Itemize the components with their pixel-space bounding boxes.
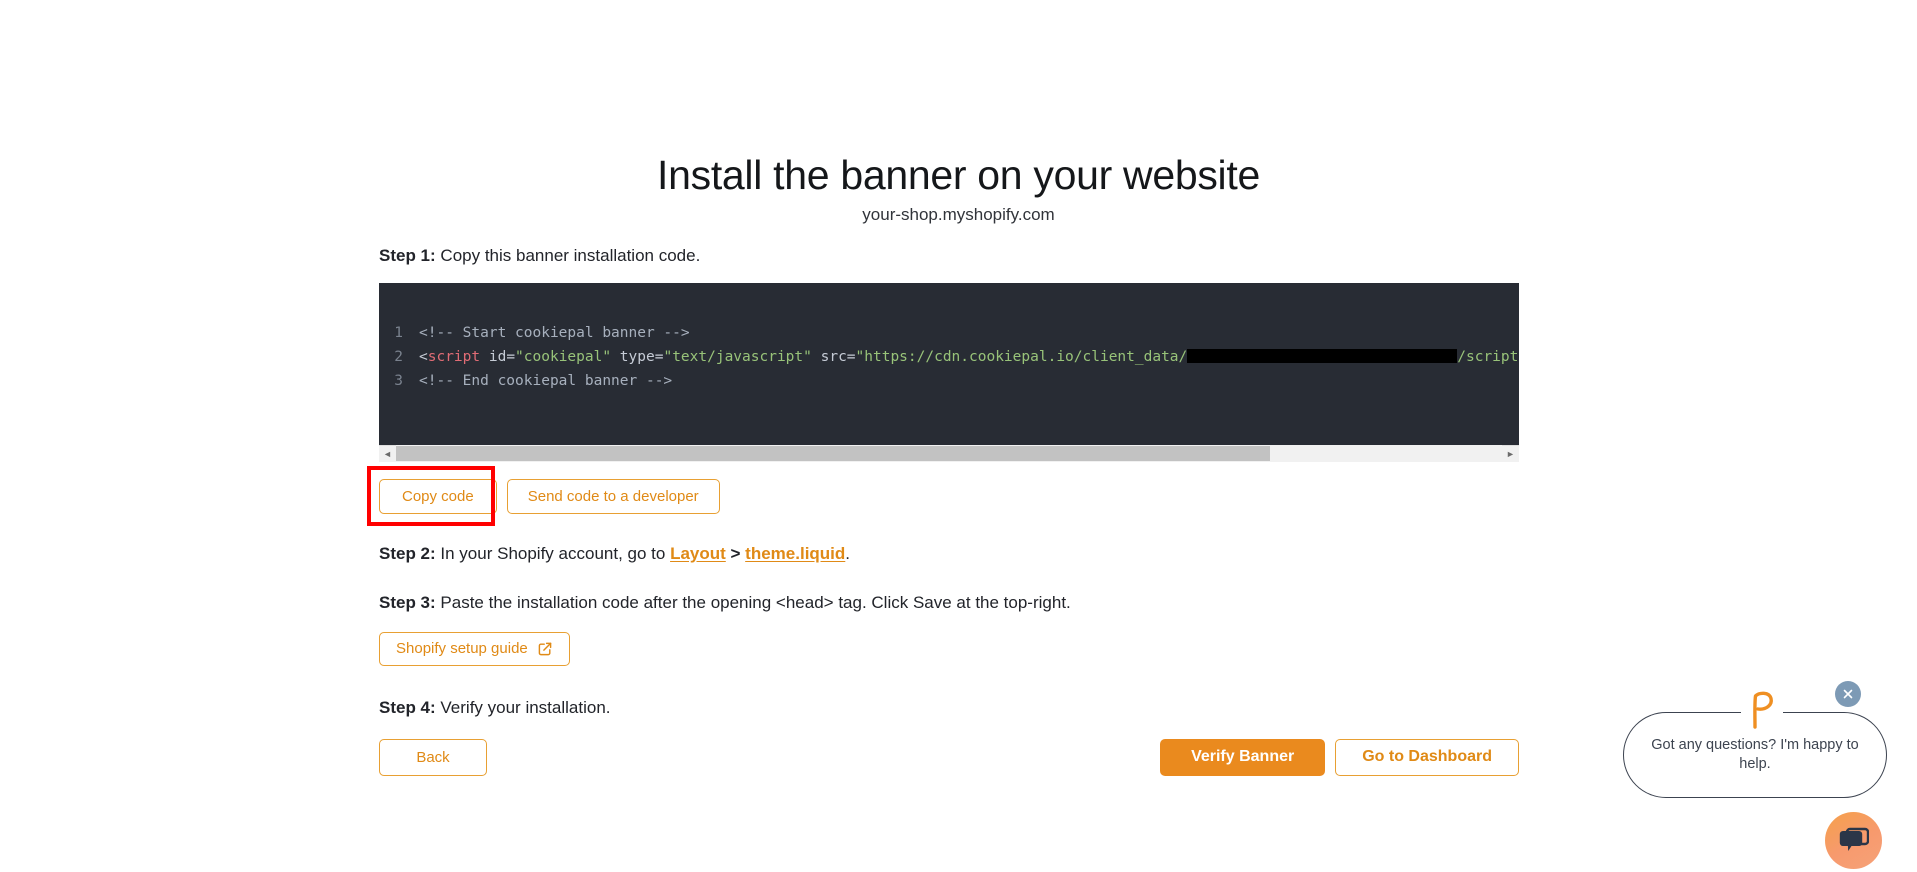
code-actions-row: Copy code Send code to a developer (379, 479, 1519, 514)
step-2-instruction: Step 2: In your Shopify account, go to L… (379, 542, 1519, 567)
scroll-right-icon[interactable]: ► (1502, 445, 1519, 462)
page-title: Install the banner on your website (0, 152, 1917, 199)
scroll-left-icon[interactable]: ◄ (379, 445, 396, 462)
back-button[interactable]: Back (379, 739, 487, 776)
line-number: 3 (379, 369, 419, 393)
code-comment: <!-- Start cookiepal banner --> (419, 325, 690, 341)
line-number: 1 (379, 321, 419, 345)
layout-link[interactable]: Layout (670, 544, 726, 563)
breadcrumb-separator: > (726, 544, 745, 563)
code-value-id: "cookiepal" (515, 349, 611, 365)
code-value-type: "text/javascript" (663, 349, 811, 365)
code-line-content: <script id="cookiepal" type="text/javasc… (419, 345, 1519, 369)
step-4-text: Verify your installation. (436, 698, 611, 717)
step-3-label: Step 3: (379, 593, 436, 612)
chat-greeting-text: Got any questions? I'm happy to help. (1648, 736, 1862, 774)
code-horizontal-scrollbar[interactable]: ◄ ► (379, 445, 1519, 462)
close-icon[interactable] (1835, 681, 1861, 707)
step-3-text: Paste the installation code after the op… (436, 593, 1071, 612)
verify-banner-button[interactable]: Verify Banner (1160, 739, 1325, 776)
code-value-src-end: /script.j (1457, 349, 1519, 365)
step-4-label: Step 4: (379, 698, 436, 717)
step-4-instruction: Step 4: Verify your installation. (379, 696, 1519, 721)
installation-code[interactable]: 1 <!-- Start cookiepal banner --> 2 <scr… (379, 283, 1519, 445)
chat-launcher-button[interactable] (1825, 812, 1882, 869)
redacted-client-id (1187, 349, 1457, 363)
step-2-text-before: In your Shopify account, go to (436, 544, 670, 563)
code-block-container: 1 <!-- Start cookiepal banner --> 2 <scr… (379, 283, 1519, 462)
send-code-to-developer-button[interactable]: Send code to a developer (507, 479, 720, 514)
bottom-actions-row: Back Verify Banner Go to Dashboard (379, 739, 1519, 776)
install-banner-page: Install the banner on your website your-… (0, 0, 1917, 872)
chat-widget: Got any questions? I'm happy to help. (1613, 672, 1913, 872)
chat-avatar (1741, 686, 1783, 732)
theme-liquid-link[interactable]: theme.liquid (745, 544, 845, 563)
step-1-instruction: Step 1: Copy this banner installation co… (379, 244, 1519, 269)
code-attr-src: src= (812, 349, 856, 365)
step-1-label: Step 1: (379, 246, 436, 265)
code-line: 2 <script id="cookiepal" type="text/java… (379, 345, 1519, 369)
shopify-setup-guide-label: Shopify setup guide (396, 640, 528, 657)
step-3-instruction: Step 3: Paste the installation code afte… (379, 591, 1519, 616)
content-column: Step 1: Copy this banner installation co… (379, 244, 1519, 776)
code-tag-name: script (428, 349, 480, 365)
step-2-label: Step 2: (379, 544, 436, 563)
code-line: 3 <!-- End cookiepal banner --> (379, 369, 1519, 393)
step-2-text-after: . (845, 544, 850, 563)
code-attr-id: id= (480, 349, 515, 365)
chat-bubble-icon (1839, 827, 1869, 855)
code-line-content: <!-- Start cookiepal banner --> (419, 321, 690, 345)
code-line-content: <!-- End cookiepal banner --> (419, 369, 672, 393)
code-line: 1 <!-- Start cookiepal banner --> (379, 321, 1519, 345)
primary-actions-group: Verify Banner Go to Dashboard (1160, 739, 1519, 776)
line-number: 2 (379, 345, 419, 369)
code-comment: <!-- End cookiepal banner --> (419, 373, 672, 389)
scrollbar-thumb[interactable] (396, 446, 1270, 461)
shopify-setup-guide-button[interactable]: Shopify setup guide (379, 632, 570, 666)
go-to-dashboard-button[interactable]: Go to Dashboard (1335, 739, 1519, 776)
shop-domain-subtitle: your-shop.myshopify.com (0, 205, 1917, 225)
code-attr-type: type= (611, 349, 663, 365)
scrollbar-track[interactable] (396, 445, 1502, 462)
copy-code-button[interactable]: Copy code (379, 479, 497, 514)
step-1-text: Copy this banner installation code. (436, 246, 701, 265)
code-punct: < (419, 349, 428, 365)
code-value-src-start: "https://cdn.cookiepal.io/client_data/ (856, 349, 1188, 365)
external-link-icon (537, 641, 553, 657)
